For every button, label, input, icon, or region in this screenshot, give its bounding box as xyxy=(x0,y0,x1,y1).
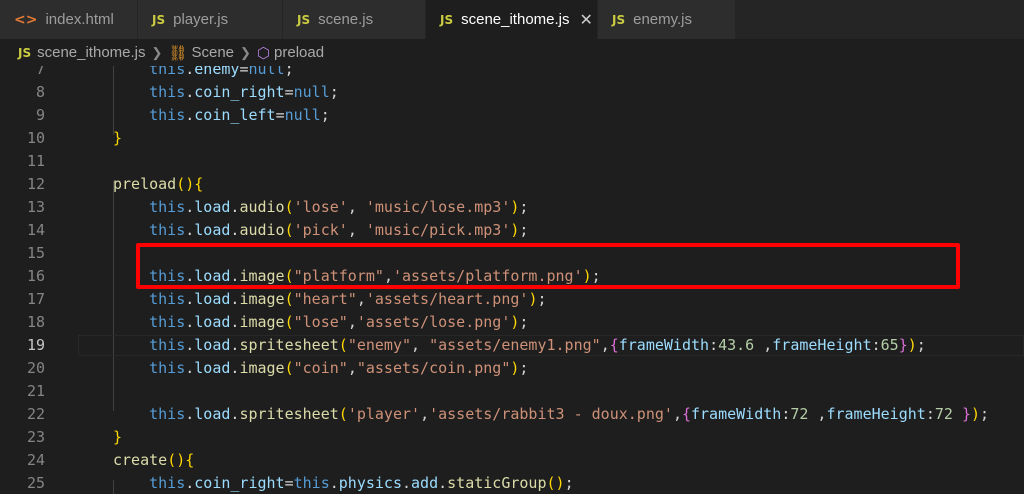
code-text: this.coin_right=this.physics.add.staticG… xyxy=(149,474,574,492)
js-file-icon: JS xyxy=(297,12,311,27)
editor-tab-bar: <> index.html JS player.js JS scene.js JS scene… xyxy=(0,0,1024,39)
code-text: this.load.audio('pick', 'music/pick.mp3'… xyxy=(149,221,529,239)
code-text: create(){ xyxy=(113,451,195,469)
code-line[interactable]: 24 create(){ xyxy=(0,449,1024,472)
chevron-right-icon: ❯ xyxy=(240,44,251,60)
line-number: 14 xyxy=(26,221,45,239)
line-number: 12 xyxy=(26,175,45,193)
line-number: 18 xyxy=(26,313,45,331)
code-text: this.load.image("coin","assets/coin.png"… xyxy=(149,359,529,377)
annotation-highlight-box xyxy=(136,243,960,289)
code-text: this.enemy=null; xyxy=(149,66,294,78)
code-text: this.coin_right=null; xyxy=(149,83,339,101)
line-number: 9 xyxy=(35,106,45,124)
line-number: 25 xyxy=(26,474,45,492)
line-number: 17 xyxy=(26,290,45,308)
code-text: this.load.image("heart",'assets/heart.pn… xyxy=(149,290,547,308)
tab-label: scene.js xyxy=(318,11,374,28)
html-file-icon: <> xyxy=(14,11,38,28)
breadcrumb-class[interactable]: Scene xyxy=(191,44,234,61)
line-number: 15 xyxy=(26,244,45,262)
code-text: this.load.image("lose",'assets/lose.png'… xyxy=(149,313,529,331)
line-number: 10 xyxy=(26,129,45,147)
tab-label: scene_ithome.js xyxy=(461,11,570,28)
code-line[interactable]: 23} xyxy=(0,426,1024,449)
js-file-icon: JS xyxy=(440,12,454,27)
symbol-class-icon: ⛓ xyxy=(168,44,188,62)
tab-scene-ithome-js[interactable]: JS scene_ithome.js ✕ xyxy=(426,0,598,39)
line-number: 7 xyxy=(35,66,45,78)
code-line[interactable]: 20 this.load.image("coin","assets/coin.p… xyxy=(0,357,1024,380)
code-text: } xyxy=(113,428,123,446)
code-line[interactable]: 12 preload(){ xyxy=(0,173,1024,196)
line-number: 23 xyxy=(26,428,45,446)
close-icon[interactable]: ✕ xyxy=(580,10,593,30)
tab-player-js[interactable]: JS player.js xyxy=(138,0,283,39)
tab-scene-js[interactable]: JS scene.js xyxy=(283,0,426,39)
line-number: 11 xyxy=(26,152,45,170)
code-text: preload(){ xyxy=(113,175,204,193)
breadcrumb-file[interactable]: scene_ithome.js xyxy=(37,44,145,61)
code-line[interactable]: 18 this.load.image("lose",'assets/lose.p… xyxy=(0,311,1024,334)
code-line[interactable]: 13 this.load.audio('lose', 'music/lose.m… xyxy=(0,196,1024,219)
code-line[interactable]: 21 xyxy=(0,380,1024,403)
code-line[interactable]: 7 this.enemy=null; xyxy=(0,66,1024,81)
line-number: 20 xyxy=(26,359,45,377)
tab-index-html[interactable]: <> index.html xyxy=(0,0,138,39)
line-number: 19 xyxy=(26,336,45,354)
breadcrumb: JS scene_ithome.js ❯ ⛓ Scene ❯ ⬡ preload xyxy=(0,39,1024,66)
symbol-method-icon: ⬡ xyxy=(256,44,271,62)
line-number: 22 xyxy=(26,405,45,423)
line-number: 8 xyxy=(35,83,45,101)
js-file-icon: JS xyxy=(152,12,166,27)
line-number: 21 xyxy=(26,382,45,400)
line-number: 13 xyxy=(26,198,45,216)
code-line[interactable]: 19 this.load.spritesheet("enemy", "asset… xyxy=(0,334,1024,357)
code-text: this.load.spritesheet("enemy", "assets/e… xyxy=(149,336,926,354)
code-line[interactable]: 10} xyxy=(0,127,1024,150)
code-line[interactable]: 17 this.load.image("heart",'assets/heart… xyxy=(0,288,1024,311)
breadcrumb-method[interactable]: preload xyxy=(274,44,324,61)
code-line[interactable]: 9 this.coin_left=null; xyxy=(0,104,1024,127)
code-text: this.load.spritesheet('player','assets/r… xyxy=(149,405,990,423)
tab-label: player.js xyxy=(173,11,229,28)
code-line[interactable]: 11 xyxy=(0,150,1024,173)
tab-enemy-js[interactable]: JS enemy.js xyxy=(598,0,736,39)
code-text: } xyxy=(113,129,123,147)
js-file-icon: JS xyxy=(18,45,32,60)
line-number: 16 xyxy=(26,267,45,285)
code-text: this.coin_left=null; xyxy=(149,106,330,124)
code-line[interactable]: 14 this.load.audio('pick', 'music/pick.m… xyxy=(0,219,1024,242)
code-line[interactable]: 8 this.coin_right=null; xyxy=(0,81,1024,104)
tab-label: enemy.js xyxy=(633,11,693,28)
tab-label: index.html xyxy=(45,11,114,28)
code-text: this.load.audio('lose', 'music/lose.mp3'… xyxy=(149,198,529,216)
js-file-icon: JS xyxy=(612,12,626,27)
line-number: 24 xyxy=(26,451,45,469)
code-line[interactable]: 25 this.coin_right=this.physics.add.stat… xyxy=(0,472,1024,494)
chevron-right-icon: ❯ xyxy=(151,44,163,60)
code-line[interactable]: 22 this.load.spritesheet('player','asset… xyxy=(0,403,1024,426)
